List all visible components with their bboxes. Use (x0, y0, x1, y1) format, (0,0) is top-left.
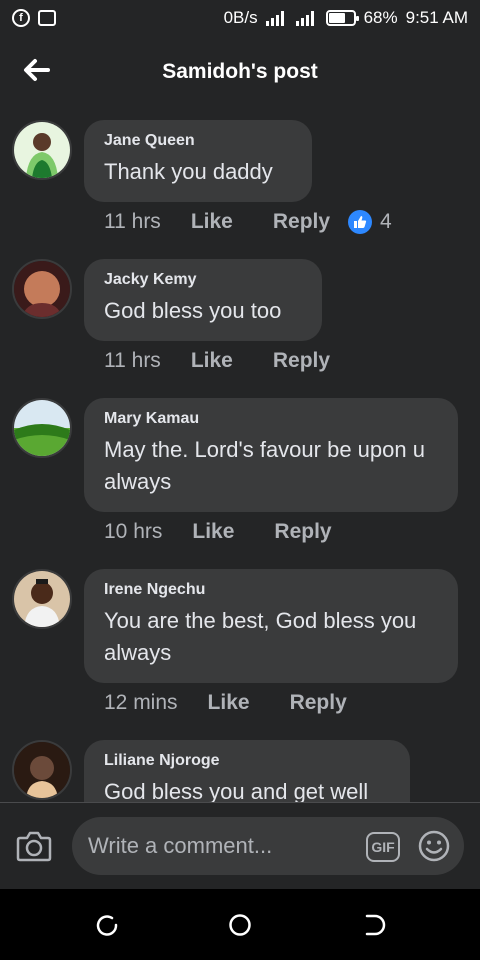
comment-actions: 12 mins Like Reply (104, 691, 387, 715)
avatar-image (14, 261, 70, 317)
comment-input-placeholder: Write a comment... (88, 833, 273, 858)
smiley-icon (418, 830, 450, 862)
reply-button[interactable]: Reply (273, 210, 330, 234)
comment-time[interactable]: 11 hrs (104, 210, 161, 234)
avatar[interactable] (12, 740, 72, 800)
comment-author[interactable]: Mary Kamau (104, 410, 438, 428)
avatar[interactable] (12, 569, 72, 629)
emoji-button[interactable] (418, 830, 450, 862)
battery-level (328, 13, 345, 23)
network-speed: 0B/s (223, 8, 258, 27)
comment-actions: 11 hrs Like Reply 4 (104, 210, 392, 234)
like-button[interactable]: Like (208, 691, 250, 715)
page-title: Samidoh's post (162, 60, 318, 83)
arrow-left-icon (24, 59, 50, 81)
reply-button[interactable]: Reply (273, 349, 330, 373)
comment-actions: 10 hrs Like Reply (104, 520, 372, 544)
home-icon (229, 914, 251, 936)
comment-bubble[interactable]: Irene Ngechu You are the best, God bless… (84, 569, 458, 683)
like-button[interactable]: Like (191, 210, 233, 234)
comment-author[interactable]: Jacky Kemy (104, 271, 302, 289)
comment-bubble[interactable]: Liliane Njoroge God bless you and get we… (84, 740, 410, 802)
comment-actions: 11 hrs Like Reply (104, 349, 370, 373)
avatar[interactable] (12, 259, 72, 319)
comment-time[interactable]: 10 hrs (104, 520, 162, 544)
comment-composer: Write a comment... GIF (0, 803, 480, 889)
camera-icon (16, 831, 52, 862)
comment-text: May the. Lord's favour be upon u always (104, 437, 425, 494)
status-bar: f 0B/s 68% 9:51 AM (0, 0, 480, 36)
reaction-summary[interactable]: 4 (348, 210, 392, 234)
back-icon (365, 914, 386, 936)
avatar-image (14, 122, 70, 178)
recent-apps-icon (96, 915, 118, 936)
avatar-image (14, 400, 70, 456)
battery-icon (325, 10, 359, 26)
reply-button[interactable]: Reply (290, 691, 347, 715)
thumbs-up-icon (348, 210, 373, 234)
post-header: Samidoh's post (0, 36, 480, 108)
home-button[interactable] (228, 913, 252, 937)
like-button[interactable]: Like (192, 520, 234, 544)
reply-button[interactable]: Reply (274, 520, 331, 544)
signal-icon (265, 11, 284, 26)
facebook-icon: f (12, 9, 30, 27)
comment-text: God bless you too (104, 298, 282, 323)
avatar-image (14, 571, 70, 627)
comment-time[interactable]: 12 mins (104, 691, 178, 715)
avatar[interactable] (12, 398, 72, 458)
comment-text: You are the best, God bless you always (104, 608, 417, 665)
battery-percent: 68% (363, 8, 398, 27)
clock: 9:51 AM (405, 8, 468, 27)
image-icon (38, 10, 56, 26)
back-button[interactable] (20, 54, 52, 86)
comment-list[interactable]: Jane Queen Thank you daddy 11 hrs Like R… (0, 108, 480, 802)
comment-text: God bless you and get well (104, 779, 369, 802)
comment-bubble[interactable]: Jane Queen Thank you daddy (84, 120, 312, 202)
reaction-count: 4 (380, 210, 392, 233)
comment-author[interactable]: Liliane Njoroge (104, 752, 390, 770)
comment-bubble[interactable]: Jacky Kemy God bless you too (84, 259, 322, 341)
comment-author[interactable]: Irene Ngechu (104, 581, 438, 599)
comment-author[interactable]: Jane Queen (104, 132, 292, 150)
comment-time[interactable]: 11 hrs (104, 349, 161, 373)
system-nav-bar (0, 889, 480, 960)
signal-icon (295, 11, 314, 26)
avatar[interactable] (12, 120, 72, 180)
recent-apps-button[interactable] (95, 913, 119, 937)
gif-button[interactable]: GIF (366, 832, 400, 862)
camera-button[interactable] (16, 829, 52, 863)
comment-bubble[interactable]: Mary Kamau May the. Lord's favour be upo… (84, 398, 458, 512)
like-button[interactable]: Like (191, 349, 233, 373)
comment-text: Thank you daddy (104, 159, 273, 184)
comment-input[interactable]: Write a comment... GIF (72, 817, 464, 875)
back-nav-button[interactable] (362, 913, 386, 937)
avatar-image (14, 742, 70, 798)
